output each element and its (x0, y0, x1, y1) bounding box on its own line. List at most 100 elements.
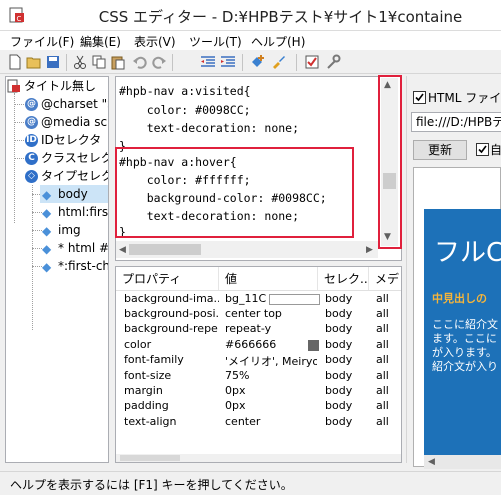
property-name: text-align (124, 415, 177, 428)
check-icon (478, 145, 487, 154)
media-name: all (376, 307, 389, 320)
highlight-box (115, 147, 354, 238)
tree-item-label: クラスセレクタ (41, 151, 108, 165)
diamond-icon: ◆ (42, 206, 52, 220)
redo-icon[interactable] (151, 54, 167, 70)
site-text: 紹介文が入り (432, 360, 498, 373)
property-value: 0px (225, 384, 246, 397)
code-line: color: #0098CC; (119, 103, 251, 117)
property-value: center top (225, 307, 282, 320)
diamond-icon: ◆ (42, 242, 52, 256)
tree-item-label: IDセレクタ (41, 133, 102, 147)
paste-icon[interactable] (110, 54, 126, 70)
scroll-thumb[interactable] (129, 244, 201, 255)
checkbox-icon[interactable] (304, 54, 320, 70)
media-name: all (376, 415, 389, 428)
tree-item-label: @charset "S (41, 97, 109, 111)
property-value: 'メイリオ', Meiryo... (225, 355, 317, 368)
tree-root-label: タイトル無し (24, 79, 97, 93)
property-value: 0px (225, 399, 246, 412)
media-name: all (376, 399, 389, 412)
property-name: color (124, 338, 152, 351)
selector-name: body (325, 369, 353, 382)
menu-view[interactable]: 表示(V) (134, 33, 176, 50)
tree-guide (32, 266, 42, 267)
tree-item-label: @media scr (41, 115, 109, 129)
selector-tree[interactable]: タイトル無し @ @charset "S @ @media scr ID IDセ… (5, 76, 109, 463)
check-icon (415, 93, 424, 102)
type-selector-icon: ◇ (25, 170, 38, 183)
open-folder-icon[interactable] (26, 54, 42, 70)
toolbar (0, 50, 501, 74)
tree-item-label: タイプセレクタ (41, 169, 108, 183)
scroll-right-icon[interactable]: ▶ (366, 245, 373, 255)
outdent-icon[interactable] (200, 54, 216, 70)
property-table: プロパティ 値 セレク... メデ background-ima... bg_1… (115, 266, 402, 463)
add-selector-icon[interactable] (250, 54, 266, 70)
tree-guide (14, 158, 24, 159)
color-swatch[interactable] (308, 340, 319, 351)
code-line: #hpb-nav a:visited{ (119, 84, 251, 98)
preview-url-input[interactable]: file:///D:/HPBテ (411, 112, 501, 132)
property-name: padding (124, 399, 169, 412)
menu-help[interactable]: ヘルプ(H) (251, 33, 305, 50)
site-title: フルC (434, 238, 501, 268)
class-selector-icon: C (25, 152, 38, 165)
new-file-icon[interactable] (7, 54, 23, 70)
window-title: CSS エディター - D:¥HPBテスト¥サイト1¥containe (98, 8, 463, 26)
at-rule-icon: @ (25, 116, 38, 129)
tree-guide (14, 122, 24, 123)
media-name: all (376, 353, 389, 366)
tree-item-label: body (58, 187, 88, 201)
scroll-thumb[interactable] (120, 455, 180, 461)
tree-guide (32, 248, 42, 249)
cut-icon[interactable] (72, 54, 88, 70)
undo-icon[interactable] (132, 54, 148, 70)
menu-tools[interactable]: ツール(T) (189, 33, 242, 50)
toolbar-separator (242, 54, 243, 71)
id-selector-icon: ID (25, 134, 38, 147)
scroll-left-icon[interactable]: ◀ (428, 457, 435, 467)
selector-name: body (325, 384, 353, 397)
tree-item-label: *:first-ch (58, 259, 109, 273)
brush-icon[interactable] (270, 54, 286, 70)
html-file-checkbox[interactable] (413, 91, 426, 104)
at-rule-icon: @ (25, 98, 38, 111)
column-header-selector[interactable]: セレク... (318, 267, 369, 291)
media-name: all (376, 292, 389, 305)
preview-scrollbar[interactable] (424, 455, 501, 469)
property-value: #666666 (225, 338, 277, 351)
refresh-button[interactable]: 更新 (413, 140, 467, 160)
column-header-media[interactable]: メデ (369, 267, 401, 291)
tree-guide (14, 140, 24, 141)
menu-edit[interactable]: 編集(E) (80, 33, 121, 50)
selector-name: body (325, 322, 353, 335)
media-name: all (376, 384, 389, 397)
property-name: font-size (124, 369, 172, 382)
property-name: margin (124, 384, 163, 397)
property-name: font-family (124, 353, 184, 366)
scroll-left-icon[interactable]: ◀ (119, 245, 126, 255)
column-header-value[interactable]: 値 (219, 267, 318, 291)
tree-guide (32, 230, 42, 231)
media-name: all (376, 338, 389, 351)
menu-bar: ファイル(F) 編集(E) 表示(V) ツール(T) ヘルプ(H) (0, 31, 501, 50)
selector-name: body (325, 338, 353, 351)
value-input-box[interactable] (269, 294, 320, 305)
property-value: repeat-y (225, 322, 272, 335)
status-text: ヘルプを表示するには [F1] キーを押してください。 (10, 478, 293, 492)
save-icon[interactable] (45, 54, 61, 70)
code-line: text-decoration: none; (119, 121, 300, 135)
header-divider (116, 290, 401, 291)
copy-icon[interactable] (91, 54, 107, 70)
column-header-property[interactable]: プロパティ (116, 267, 219, 291)
wrench-icon[interactable] (325, 54, 341, 70)
tree-item-body[interactable]: ◆ body (40, 185, 108, 203)
menu-file[interactable]: ファイル(F) (10, 33, 74, 50)
auto-refresh-checkbox[interactable] (476, 143, 489, 156)
media-name: all (376, 322, 389, 335)
diamond-icon: ◆ (42, 260, 52, 274)
indent-icon[interactable] (220, 54, 236, 70)
tree-guide (32, 185, 33, 330)
selector-name: body (325, 292, 353, 305)
